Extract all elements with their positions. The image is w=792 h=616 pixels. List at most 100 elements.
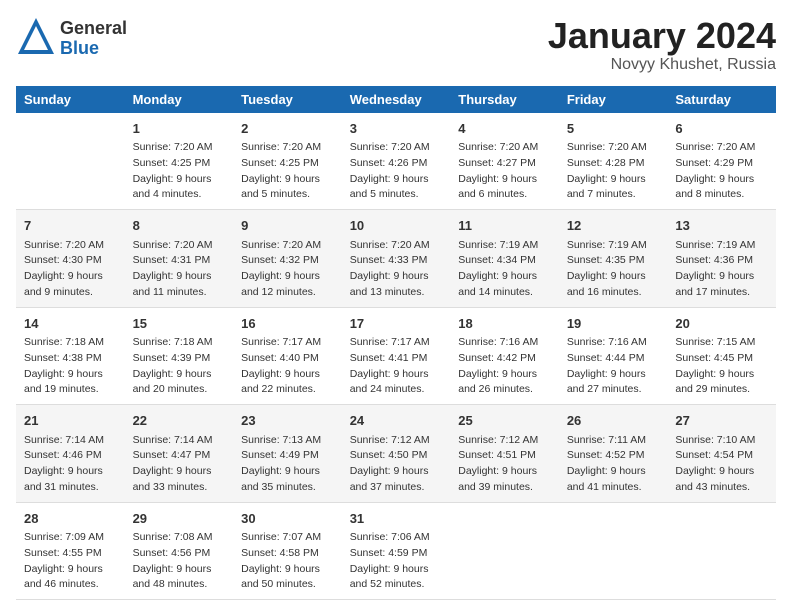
day-number: 25 [458,411,551,431]
day-number: 14 [24,314,117,334]
week-row-0: 1 Sunrise: 7:20 AM Sunset: 4:25 PM Dayli… [16,113,776,210]
day-number: 21 [24,411,117,431]
sunset: Sunset: 4:39 PM [133,351,226,367]
day-cell: 3 Sunrise: 7:20 AM Sunset: 4:26 PM Dayli… [342,113,451,210]
day-number: 3 [350,119,443,139]
day-number: 12 [567,216,660,236]
sunset: Sunset: 4:41 PM [350,351,443,367]
day-cell: 20 Sunrise: 7:15 AM Sunset: 4:45 PM Dayl… [667,307,776,405]
sunset: Sunset: 4:32 PM [241,253,334,269]
sunrise: Sunrise: 7:20 AM [241,140,334,156]
day-number: 28 [24,509,117,529]
day-cell: 5 Sunrise: 7:20 AM Sunset: 4:28 PM Dayli… [559,113,668,210]
day-cell: 21 Sunrise: 7:14 AM Sunset: 4:46 PM Dayl… [16,405,125,503]
sunset: Sunset: 4:56 PM [133,546,226,562]
sunset: Sunset: 4:52 PM [567,448,660,464]
daylight: Daylight: 9 hours and 17 minutes. [675,269,768,301]
sunrise: Sunrise: 7:14 AM [24,433,117,449]
calendar-title: January 2024 Novyy Khushet, Russia [548,16,776,74]
sunrise: Sunrise: 7:20 AM [350,238,443,254]
day-cell [16,113,125,210]
day-number: 8 [133,216,226,236]
daylight: Daylight: 9 hours and 5 minutes. [350,172,443,204]
daylight: Daylight: 9 hours and 13 minutes. [350,269,443,301]
daylight: Daylight: 9 hours and 9 minutes. [24,269,117,301]
day-cell: 30 Sunrise: 7:07 AM Sunset: 4:58 PM Dayl… [233,502,342,600]
sunrise: Sunrise: 7:19 AM [458,238,551,254]
sunrise: Sunrise: 7:06 AM [350,530,443,546]
header-thursday: Thursday [450,86,559,113]
daylight: Daylight: 9 hours and 20 minutes. [133,367,226,399]
sunset: Sunset: 4:58 PM [241,546,334,562]
page-header: General Blue January 2024 Novyy Khushet,… [16,16,776,74]
day-cell: 28 Sunrise: 7:09 AM Sunset: 4:55 PM Dayl… [16,502,125,600]
day-cell: 29 Sunrise: 7:08 AM Sunset: 4:56 PM Dayl… [125,502,234,600]
day-cell: 17 Sunrise: 7:17 AM Sunset: 4:41 PM Dayl… [342,307,451,405]
sunrise: Sunrise: 7:20 AM [350,140,443,156]
week-row-2: 14 Sunrise: 7:18 AM Sunset: 4:38 PM Dayl… [16,307,776,405]
sunrise: Sunrise: 7:19 AM [675,238,768,254]
logo: General Blue [16,16,127,61]
sunset: Sunset: 4:25 PM [133,156,226,172]
day-cell [450,502,559,600]
sunrise: Sunrise: 7:17 AM [241,335,334,351]
day-number: 20 [675,314,768,334]
sunset: Sunset: 4:55 PM [24,546,117,562]
sunrise: Sunrise: 7:09 AM [24,530,117,546]
sunset: Sunset: 4:50 PM [350,448,443,464]
sunset: Sunset: 4:33 PM [350,253,443,269]
sunrise: Sunrise: 7:20 AM [567,140,660,156]
daylight: Daylight: 9 hours and 31 minutes. [24,464,117,496]
day-cell: 24 Sunrise: 7:12 AM Sunset: 4:50 PM Dayl… [342,405,451,503]
day-cell: 22 Sunrise: 7:14 AM Sunset: 4:47 PM Dayl… [125,405,234,503]
day-cell: 31 Sunrise: 7:06 AM Sunset: 4:59 PM Dayl… [342,502,451,600]
sunrise: Sunrise: 7:16 AM [458,335,551,351]
daylight: Daylight: 9 hours and 46 minutes. [24,562,117,594]
logo-icon [16,16,56,61]
sunset: Sunset: 4:25 PM [241,156,334,172]
day-cell: 23 Sunrise: 7:13 AM Sunset: 4:49 PM Dayl… [233,405,342,503]
day-number: 26 [567,411,660,431]
daylight: Daylight: 9 hours and 24 minutes. [350,367,443,399]
daylight: Daylight: 9 hours and 7 minutes. [567,172,660,204]
sunset: Sunset: 4:27 PM [458,156,551,172]
header-tuesday: Tuesday [233,86,342,113]
day-number: 17 [350,314,443,334]
daylight: Daylight: 9 hours and 22 minutes. [241,367,334,399]
sunset: Sunset: 4:47 PM [133,448,226,464]
day-number: 24 [350,411,443,431]
daylight: Daylight: 9 hours and 5 minutes. [241,172,334,204]
daylight: Daylight: 9 hours and 4 minutes. [133,172,226,204]
sunrise: Sunrise: 7:12 AM [458,433,551,449]
day-number: 6 [675,119,768,139]
day-number: 1 [133,119,226,139]
sunrise: Sunrise: 7:18 AM [24,335,117,351]
day-cell: 8 Sunrise: 7:20 AM Sunset: 4:31 PM Dayli… [125,210,234,308]
logo-general-text: General Blue [60,19,127,59]
sunrise: Sunrise: 7:13 AM [241,433,334,449]
daylight: Daylight: 9 hours and 26 minutes. [458,367,551,399]
sunrise: Sunrise: 7:20 AM [675,140,768,156]
day-cell: 19 Sunrise: 7:16 AM Sunset: 4:44 PM Dayl… [559,307,668,405]
day-number: 22 [133,411,226,431]
day-cell: 10 Sunrise: 7:20 AM Sunset: 4:33 PM Dayl… [342,210,451,308]
daylight: Daylight: 9 hours and 41 minutes. [567,464,660,496]
daylight: Daylight: 9 hours and 8 minutes. [675,172,768,204]
day-cell [559,502,668,600]
sunset: Sunset: 4:59 PM [350,546,443,562]
daylight: Daylight: 9 hours and 12 minutes. [241,269,334,301]
month-year: January 2024 [548,16,776,56]
sunset: Sunset: 4:42 PM [458,351,551,367]
sunset: Sunset: 4:35 PM [567,253,660,269]
sunset: Sunset: 4:28 PM [567,156,660,172]
day-number: 2 [241,119,334,139]
week-row-3: 21 Sunrise: 7:14 AM Sunset: 4:46 PM Dayl… [16,405,776,503]
day-cell: 27 Sunrise: 7:10 AM Sunset: 4:54 PM Dayl… [667,405,776,503]
daylight: Daylight: 9 hours and 48 minutes. [133,562,226,594]
header-friday: Friday [559,86,668,113]
daylight: Daylight: 9 hours and 16 minutes. [567,269,660,301]
sunrise: Sunrise: 7:17 AM [350,335,443,351]
day-cell: 12 Sunrise: 7:19 AM Sunset: 4:35 PM Dayl… [559,210,668,308]
day-cell: 25 Sunrise: 7:12 AM Sunset: 4:51 PM Dayl… [450,405,559,503]
day-number: 15 [133,314,226,334]
